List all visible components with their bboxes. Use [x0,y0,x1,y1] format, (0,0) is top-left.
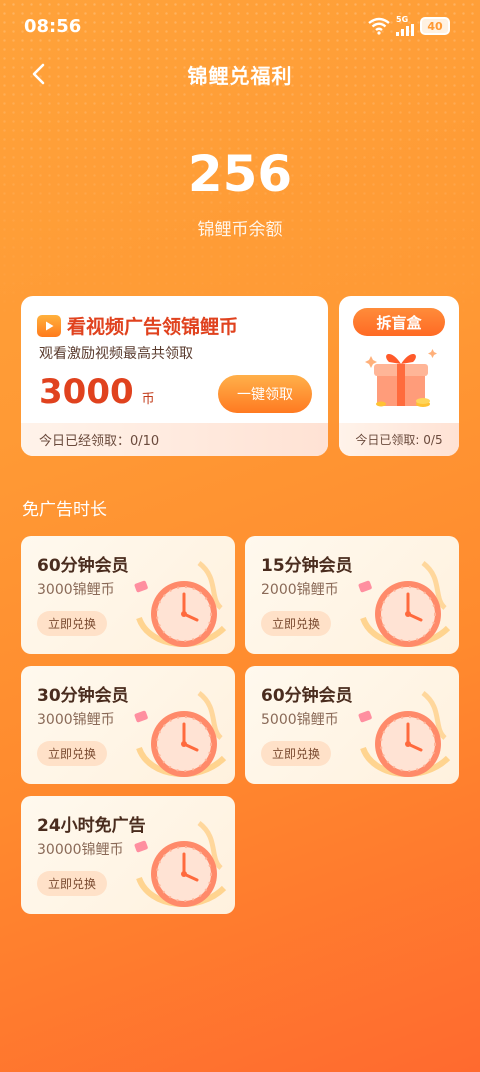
video-card-header: 看视频广告领锦鲤币 [37,312,238,339]
blind-box-progress: 今日已领取: 0/5 [339,423,459,456]
signal-icon [396,24,414,36]
reward-number: 3000 [39,372,134,412]
redeem-button[interactable]: 立即兑换 [261,741,331,766]
balance-label: 锦鲤币余额 [197,220,283,240]
redeem-button[interactable]: 立即兑换 [37,871,107,896]
tv-play-icon [37,314,61,337]
membership-card[interactable]: 30分钟会员 3000锦鲤币 立即兑换 [21,666,235,784]
membership-name: 60分钟会员 [261,686,353,706]
blind-box-card[interactable]: 拆盲盒 今日已领取: 0/5 [339,296,459,456]
open-blind-box-button[interactable]: 拆盲盒 [353,308,445,336]
clock-icon [134,561,227,647]
video-card-subtitle: 观看激励视频最高共领取 [39,346,193,362]
clock-icon [358,691,451,777]
signal-group: 5G [396,16,414,36]
page-title: 锦鲤兑福利 [187,64,293,88]
membership-price: 3000锦鲤币 [37,712,115,728]
redeem-button[interactable]: 立即兑换 [37,741,107,766]
status-bar: 08:56 5G 40 [0,0,480,52]
membership-name: 15分钟会员 [261,556,353,576]
video-reward-amount: 3000 币 [39,372,155,412]
video-reward-card: 看视频广告领锦鲤币 观看激励视频最高共领取 3000 币 一键领取 今日已经领取… [21,296,328,456]
status-time: 08:56 [24,16,82,37]
video-claim-progress: 今日已经领取：0/10 [21,423,328,456]
membership-price: 30000锦鲤币 [37,842,124,858]
battery-icon: 40 [420,17,450,35]
wifi-icon [368,17,390,35]
membership-price: 5000锦鲤币 [261,712,339,728]
redeem-button[interactable]: 立即兑换 [261,611,331,636]
membership-price: 2000锦鲤币 [261,582,339,598]
clock-icon [134,821,227,907]
status-icons: 5G 40 [368,16,450,36]
membership-name: 30分钟会员 [37,686,129,706]
membership-card[interactable]: 15分钟会员 2000锦鲤币 立即兑换 [245,536,459,654]
reward-unit: 币 [141,392,155,407]
one-click-claim-button[interactable]: 一键领取 [218,375,312,413]
membership-card[interactable]: 24小时免广告 30000锦鲤币 立即兑换 [21,796,235,914]
membership-card[interactable]: 60分钟会员 3000锦鲤币 立即兑换 [21,536,235,654]
section-title: 免广告时长 [22,500,107,520]
membership-name: 60分钟会员 [37,556,129,576]
clock-icon [134,691,227,777]
network-type: 5G [396,15,409,24]
gift-box-icon [365,349,437,407]
video-card-title: 看视频广告领锦鲤币 [67,316,239,338]
redeem-button[interactable]: 立即兑换 [37,611,107,636]
membership-card[interactable]: 60分钟会员 5000锦鲤币 立即兑换 [245,666,459,784]
membership-price: 3000锦鲤币 [37,582,115,598]
balance-value: 256 [187,145,293,203]
clock-icon [358,561,451,647]
